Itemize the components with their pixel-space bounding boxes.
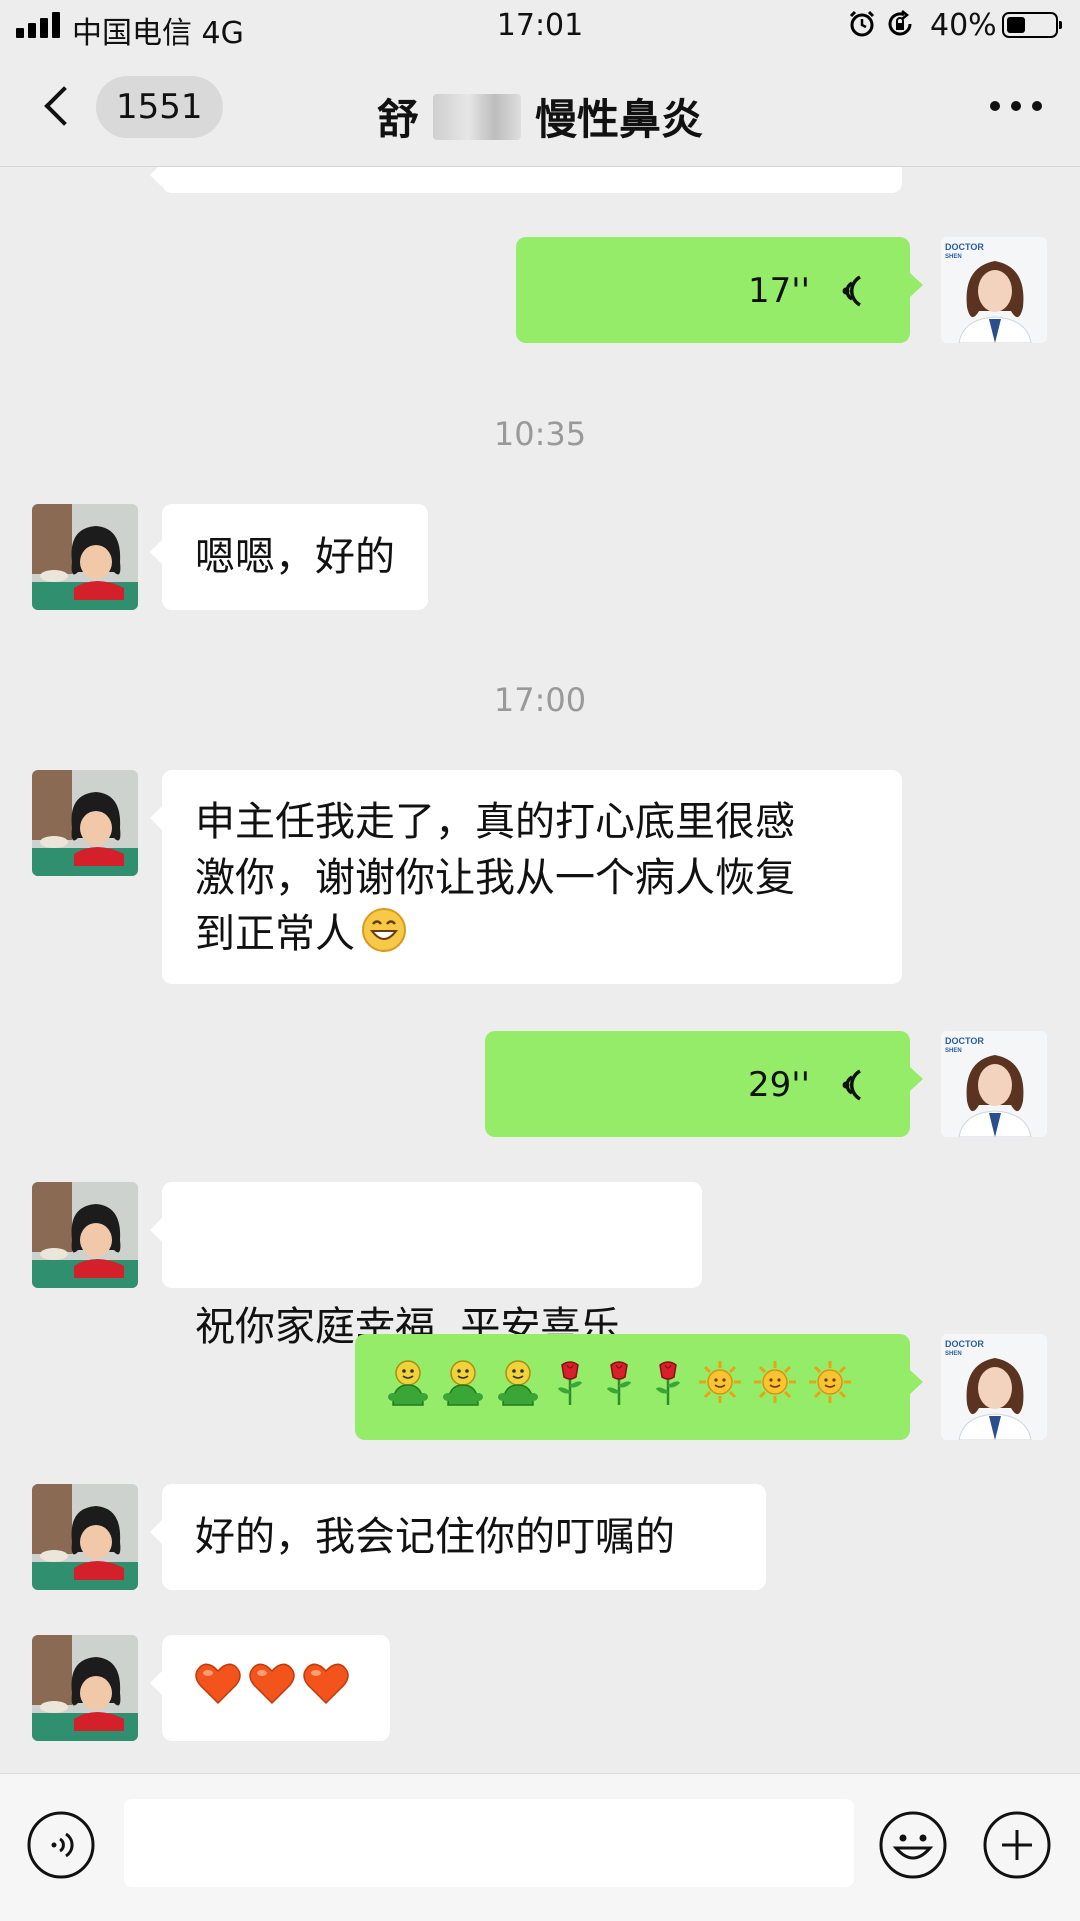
sun-emoji [807, 1359, 853, 1415]
input-bar [0, 1773, 1080, 1921]
message-text-line: 申主任我走了，真的打心底里很感 [195, 799, 795, 845]
message-input[interactable] [124, 1799, 854, 1887]
message-text: 嗯嗯，好的 [195, 534, 395, 580]
chat-title-suffix: 慢性鼻炎 [535, 95, 704, 144]
battery-icon [1002, 12, 1062, 38]
voice-message-bubble[interactable]: 29'' [485, 1031, 923, 1137]
text-message-bubble[interactable]: 好的，我会记住你的叮嘱的 [150, 1484, 766, 1590]
battery-percent: 40% [930, 8, 997, 43]
patient-avatar[interactable] [32, 504, 138, 610]
voice-message-bubble[interactable]: 17'' [516, 237, 923, 343]
svg-text:DOCTOR: DOCTOR [945, 1036, 984, 1046]
partial-message-bubble[interactable] [150, 167, 902, 193]
emoji-message-bubble[interactable] [355, 1334, 923, 1440]
rose-emoji [550, 1357, 590, 1417]
sun-emoji [697, 1359, 743, 1415]
plus-icon[interactable] [982, 1810, 1052, 1880]
svg-text:SHEN: SHEN [945, 1048, 962, 1054]
alarm-icon [849, 10, 875, 37]
doctor-avatar[interactable]: DOCTOR SHEN [941, 237, 1047, 343]
message-text: 好的，我会记住你的叮嘱的 [195, 1514, 675, 1560]
rose-emoji [648, 1357, 688, 1417]
voice-duration: 29'' [748, 1065, 810, 1105]
emoji-row [385, 1334, 862, 1440]
svg-text:SHEN: SHEN [945, 1351, 962, 1357]
message-text-line: 激你，谢谢你让我从一个病人恢复 [195, 855, 795, 901]
sun-emoji [752, 1359, 798, 1415]
svg-text:DOCTOR: DOCTOR [945, 1339, 984, 1349]
redacted-name-blur [433, 93, 521, 140]
message-text-line: 到正常人 [195, 911, 355, 957]
more-icon[interactable] [990, 98, 1042, 114]
voice-wave-icon [842, 1069, 861, 1101]
orientation-lock-icon [888, 10, 912, 36]
text-message-bubble[interactable]: 嗯嗯，好的 [150, 504, 428, 610]
voice-duration: 17'' [748, 271, 810, 311]
patient-avatar[interactable] [32, 1182, 138, 1288]
voice-wave-icon [842, 275, 861, 307]
grin-emoji [362, 908, 406, 952]
green-figure-emoji [440, 1357, 486, 1417]
voice-toggle-icon[interactable] [26, 1810, 96, 1880]
text-message-bubble[interactable]: 祝你家庭幸福 平安喜乐 [150, 1182, 702, 1350]
timestamp: 10:35 [493, 415, 587, 453]
chat-area[interactable]: 17'' DOCTOR SHEN 10:35 嗯嗯，好的 17:00 申主任我走… [0, 167, 1080, 1772]
timestamp: 17:00 [493, 681, 587, 719]
svg-text:SHEN: SHEN [945, 254, 962, 260]
emoji-row [194, 1635, 356, 1741]
nav-bar: 1551 舒慢性鼻炎 [0, 52, 1080, 167]
green-figure-emoji [495, 1357, 541, 1417]
text-message-bubble[interactable]: 申主任我走了，真的打心底里很感 激你，谢谢你让我从一个病人恢复 到正常人 [150, 770, 902, 984]
message-text-line-last: 到正常人 [195, 906, 869, 962]
emoji-icon[interactable] [878, 1810, 948, 1880]
status-bar: 中国电信 4G 17:01 40% [0, 0, 1080, 52]
doctor-avatar[interactable]: DOCTOR SHEN [941, 1031, 1047, 1137]
patient-avatar[interactable] [32, 1635, 138, 1741]
patient-avatar[interactable] [32, 770, 138, 876]
doctor-avatar[interactable]: DOCTOR SHEN [941, 1334, 1047, 1440]
green-figure-emoji [385, 1357, 431, 1417]
heart-emoji [194, 1661, 242, 1715]
patient-avatar[interactable] [32, 1484, 138, 1590]
heart-emoji [248, 1661, 296, 1715]
svg-text:DOCTOR: DOCTOR [945, 242, 984, 252]
heart-emoji [302, 1661, 350, 1715]
chat-title-prefix: 舒 [376, 95, 419, 144]
battery-fill [1007, 17, 1026, 33]
rose-emoji [599, 1357, 639, 1417]
chat-title: 舒 慢性鼻炎 [0, 86, 1080, 147]
status-time: 17:01 [496, 8, 584, 43]
emoji-message-bubble[interactable] [150, 1635, 390, 1741]
